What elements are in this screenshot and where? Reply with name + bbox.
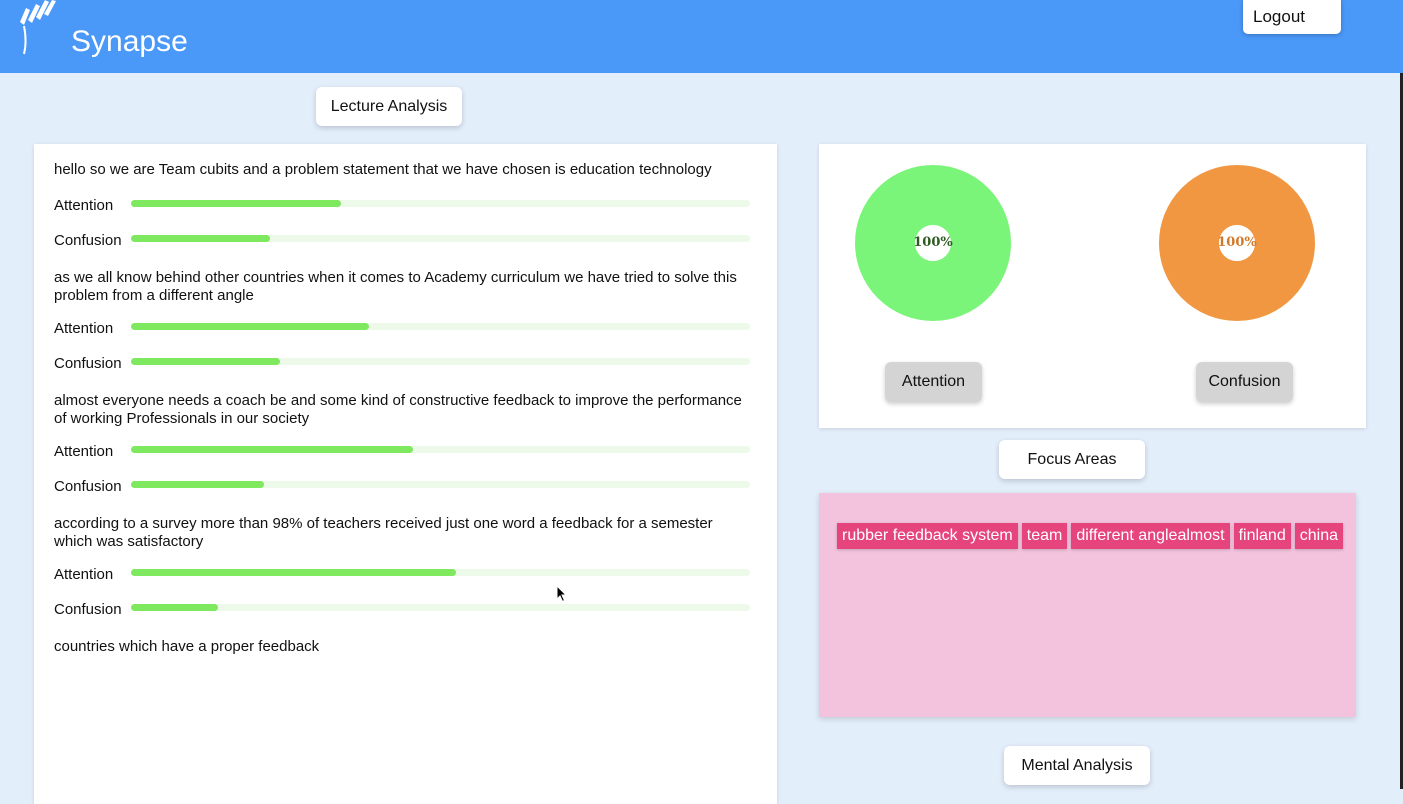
lecture-analysis-panel: hello so we are Team cubits and a proble… bbox=[34, 144, 777, 804]
lecture-analysis-button[interactable]: Lecture Analysis bbox=[316, 87, 462, 126]
book-logo-icon bbox=[20, 0, 56, 55]
attention-progress-fill bbox=[131, 200, 342, 207]
attention-donut-label: 100% bbox=[913, 235, 953, 250]
confusion-progress-fill bbox=[131, 235, 271, 242]
segment-text: according to a survey more than 98% of t… bbox=[54, 515, 713, 550]
segment-text: almost everyone needs a coach be and som… bbox=[54, 392, 742, 427]
attention-progress-bar bbox=[131, 569, 750, 576]
attention-progress-fill bbox=[131, 323, 370, 330]
attention-progress-fill bbox=[131, 569, 456, 576]
confusion-progress-bar bbox=[131, 235, 750, 242]
confusion-progress-bar bbox=[131, 604, 750, 611]
attention-progress-bar bbox=[131, 323, 750, 330]
segment-text: countries which have a proper feedback bbox=[54, 638, 320, 655]
focus-tag[interactable]: different anglealmost bbox=[1071, 523, 1230, 549]
focus-tag[interactable]: rubber feedback system bbox=[837, 523, 1018, 549]
focus-tag-list: rubber feedback system team different angl… bbox=[837, 523, 1343, 549]
confusion-metric-label: Confusion bbox=[54, 232, 122, 249]
focus-tag[interactable]: finland bbox=[1233, 523, 1291, 549]
confusion-metric-label: Confusion bbox=[54, 355, 122, 372]
segment-text: as we all know behind other countries wh… bbox=[54, 269, 737, 304]
attention-metric-label: Attention bbox=[54, 320, 114, 337]
app-header: Synapse Logout bbox=[0, 0, 1403, 73]
confusion-progress-fill bbox=[131, 481, 265, 488]
mouse-cursor-icon bbox=[556, 585, 568, 603]
attention-metric-label: Attention bbox=[54, 197, 114, 214]
segment-text: hello so we are Team cubits and a proble… bbox=[54, 161, 712, 178]
brand-title: Synapse bbox=[71, 25, 188, 58]
logout-button[interactable]: Logout bbox=[1243, 0, 1341, 34]
attention-progress-fill bbox=[131, 446, 413, 453]
attention-metric-label: Attention bbox=[54, 443, 114, 460]
focus-areas-button[interactable]: Focus Areas bbox=[999, 440, 1145, 479]
confusion-metric-label: Confusion bbox=[54, 601, 122, 618]
confusion-metric-label: Confusion bbox=[54, 478, 122, 495]
confusion-progress-bar bbox=[131, 481, 750, 488]
attention-progress-bar bbox=[131, 200, 750, 207]
confusion-progress-fill bbox=[131, 604, 218, 611]
attention-progress-bar bbox=[131, 446, 750, 453]
attention-metric-label: Attention bbox=[54, 566, 114, 583]
focus-tag[interactable]: china bbox=[1294, 523, 1343, 549]
confusion-legend-button[interactable]: Confusion bbox=[1196, 362, 1293, 402]
focus-areas-panel: rubber feedback system team different angl… bbox=[819, 493, 1356, 717]
summary-donut-panel: 100% 100% Attention Confusion bbox=[819, 144, 1366, 428]
confusion-progress-bar bbox=[131, 358, 750, 365]
confusion-progress-fill bbox=[131, 358, 280, 365]
attention-legend-button[interactable]: Attention bbox=[885, 362, 982, 402]
focus-tag[interactable]: team bbox=[1021, 523, 1068, 549]
mental-analysis-button[interactable]: Mental Analysis bbox=[1004, 746, 1150, 785]
confusion-donut-label: 100% bbox=[1217, 235, 1257, 250]
